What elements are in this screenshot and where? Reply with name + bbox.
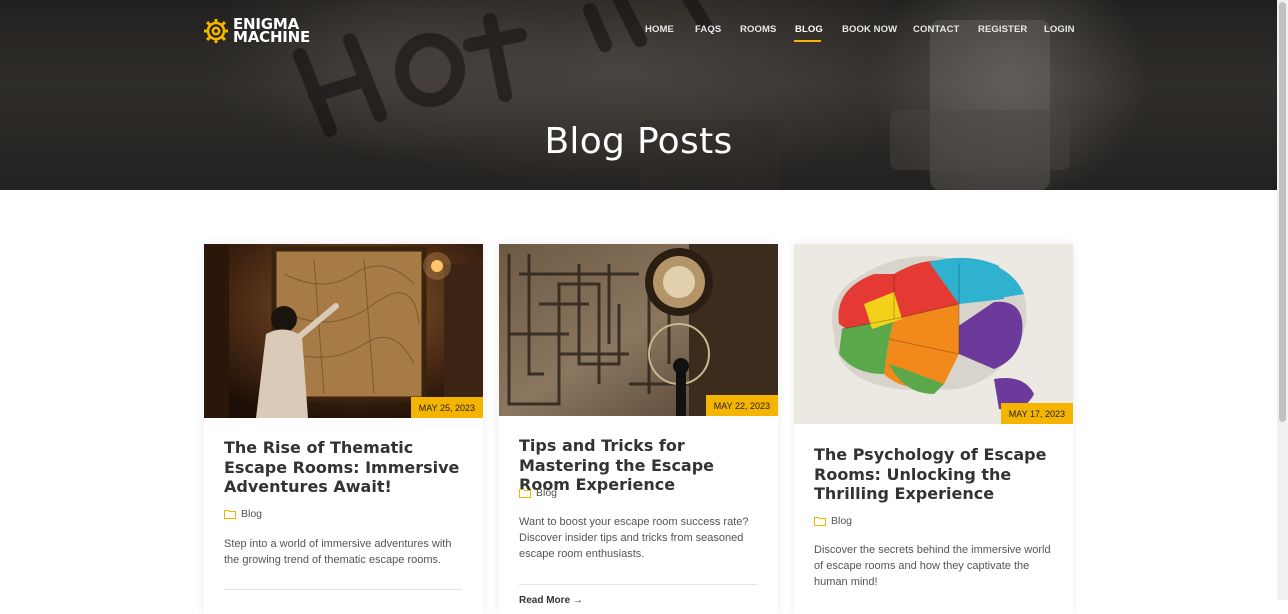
post-title[interactable]: Tips and Tricks for Mastering the Escape… <box>519 436 759 495</box>
post-excerpt: Step into a world of immersive adventure… <box>224 538 452 566</box>
nav-contact[interactable]: CONTACT <box>913 24 959 35</box>
read-more-link[interactable]: Read More → <box>519 595 583 606</box>
blog-post-card: MAY 22, 2023 Tips and Tricks for Masteri… <box>499 244 778 614</box>
post-image-link[interactable]: MAY 17, 2023 <box>794 244 1073 424</box>
post-category-label: Blog <box>831 515 853 527</box>
nav-home[interactable]: HOME <box>645 24 674 35</box>
post-category-label: Blog <box>536 487 558 499</box>
post-excerpt: Want to boost your escape room success r… <box>519 516 749 560</box>
site-logo[interactable]: ENIGMA MACHINE <box>203 15 310 47</box>
post-image-link[interactable]: MAY 22, 2023 <box>499 244 778 416</box>
nav-faqs[interactable]: FAQS <box>695 24 721 35</box>
post-category[interactable]: Blog <box>224 508 262 520</box>
post-category[interactable]: Blog <box>814 515 852 527</box>
post-excerpt: Discover the secrets behind the immersiv… <box>814 544 1051 588</box>
blog-post-card: MAY 17, 2023 The Psychology of Escape Ro… <box>794 244 1073 614</box>
scrollbar-thumb[interactable] <box>1279 2 1286 422</box>
hero-banner: ENIGMA MACHINE HOME FAQS ROOMS BLOG BOOK… <box>0 0 1277 190</box>
folder-icon <box>224 510 236 519</box>
post-category-label: Blog <box>241 508 263 520</box>
active-nav-indicator <box>794 40 821 42</box>
blog-post-card: MAY 25, 2023 The Rise of Thematic Escape… <box>204 244 483 614</box>
post-date-badge: MAY 17, 2023 <box>1000 403 1073 424</box>
nav-rooms[interactable]: ROOMS <box>740 24 776 35</box>
card-divider <box>224 589 462 590</box>
nav-login[interactable]: LOGIN <box>1044 24 1075 35</box>
post-image-maze-door <box>499 244 778 416</box>
post-category[interactable]: Blog <box>519 487 557 499</box>
post-date-badge: MAY 25, 2023 <box>410 397 483 418</box>
post-title[interactable]: The Psychology of Escape Rooms: Unlockin… <box>814 445 1054 504</box>
page-title: Blog Posts <box>544 121 733 163</box>
folder-icon <box>814 517 826 526</box>
nav-blog[interactable]: BLOG <box>795 24 823 35</box>
post-image-map-room <box>204 244 483 418</box>
card-divider <box>519 584 757 585</box>
post-date-badge: MAY 22, 2023 <box>705 395 778 416</box>
logo-line2: MACHINE <box>233 28 311 46</box>
gear-icon <box>204 19 228 43</box>
nav-book-now[interactable]: BOOK NOW <box>842 24 897 35</box>
post-image-puzzle-brain <box>794 244 1073 424</box>
folder-icon <box>519 489 531 498</box>
nav-register[interactable]: REGISTER <box>978 24 1027 35</box>
post-image-link[interactable]: MAY 25, 2023 <box>204 244 483 418</box>
page-scrollbar[interactable] <box>1277 0 1288 600</box>
post-title[interactable]: The Rise of Thematic Escape Rooms: Immer… <box>224 438 464 497</box>
